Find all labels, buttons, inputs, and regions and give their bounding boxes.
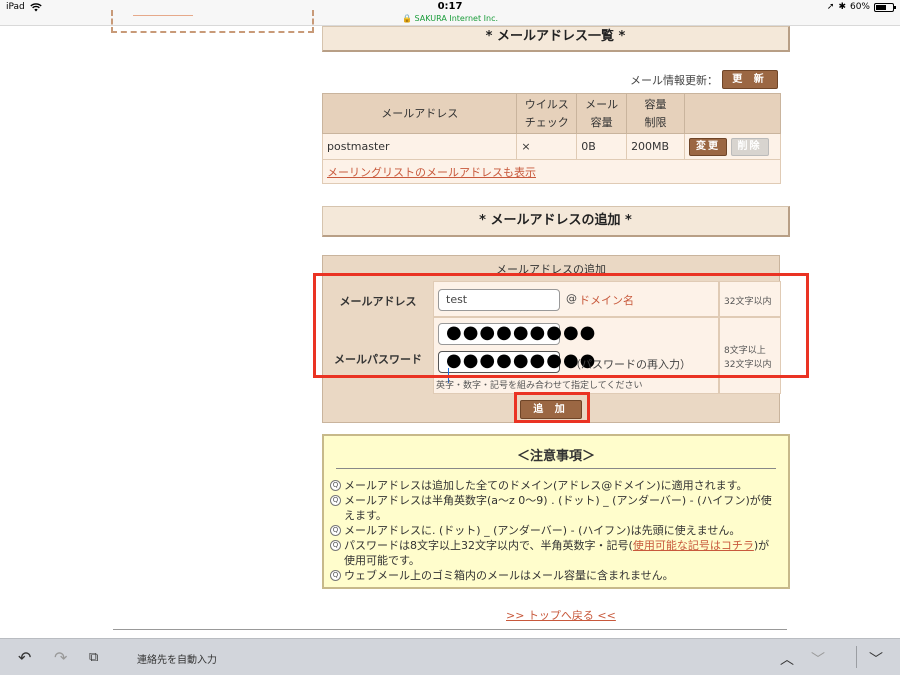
show-mailing-lists-link[interactable]: メーリングリストのメールアドレスも表示 [327,166,536,179]
keyboard-shortcut-bar: ↶ ↷ ⧉ 連絡先を自動入力 ︿ ﹀ ﹀ [0,638,900,675]
col-virus-line2: チェック [524,115,569,129]
battery-percent: 60% [849,2,870,12]
col-virus-line1: ウイルス [524,98,569,111]
col-limit-line1: 容量 [644,98,667,111]
cell-size: 0B [576,133,628,161]
notice-item: Q メールアドレスは半角英数字(a〜z 0〜9) . (ドット) _ (アンダーバ… [330,493,778,523]
col-size-line2: 容量 [590,115,613,129]
notice-divider [336,468,776,469]
notice-bullet-icon: Q [330,525,341,536]
notice-title: ＜注意事項＞ [516,449,595,464]
autofill-contact-button[interactable]: 連絡先を自動入力 [137,651,217,666]
link-cell: メーリングリストのメールアドレスも表示 [322,159,781,185]
notice-bullet-icon: Q [330,495,341,506]
status-right: ➚ ✱ 60% [826,2,896,12]
col-limit-line2: 制限 [644,115,667,129]
site-name: SAKURA Internet Inc. [414,14,499,23]
notice-item-text: メールアドレスは半角英数字(a〜z 0〜9) . (ドット) _ (アンダーバー… [344,494,772,522]
footer-divider [113,629,787,630]
add-section-header: * メールアドレスの追加 * [322,206,790,237]
notice-item: Q ウェブメール上のゴミ箱内のメールはメール容量に含まれません。 [330,568,778,583]
left-dashed-box [111,10,314,33]
notice-bullet-icon: Q [330,570,341,581]
chevron-down-icon[interactable]: ﹀ [811,649,825,669]
lock-icon: 🔒 [401,14,412,23]
notice-item: Q メールアドレスは追加した全てのドメイン(アドレス@ドメイン)に適用されます。 [330,478,778,493]
edit-button[interactable]: 変更 [689,137,727,156]
allowed-symbols-link[interactable]: 使用可能な記号はコチラ [633,539,754,552]
undo-icon[interactable]: ↶ [18,648,31,667]
col-size: メール 容量 [576,92,628,135]
back-to-top-link[interactable]: >> トップへ戻る << [506,607,616,623]
col-actions [684,92,781,135]
notice-item-text: メールアドレスは追加した全てのドメイン(アドレス@ドメイン)に適用されます。 [344,479,748,492]
notice-bullet-icon: Q [330,480,341,491]
notice-item-text: ウェブメール上のゴミ箱内のメールはメール容量に含まれません。 [344,569,674,582]
table-row: postmaster × 0B 200MB 変更 削除 [321,133,781,161]
notice-item: Q メールアドレスに. (ドット) _ (アンダーバー) - (ハイフン)は先頭に… [330,523,778,538]
bluetooth-icon: ✱ [838,2,846,12]
cell-virus-check: × [516,133,578,161]
location-icon: ➚ [826,2,835,12]
mail-list-header: * メールアドレス一覧 * [322,26,790,52]
mail-list-table: メールアドレス ウイルス チェック メール 容量 容量 制限 postmaster ×… [321,92,781,185]
col-size-line1: メール [585,98,619,111]
battery-icon [874,2,896,12]
battery-fill [876,4,886,10]
password-hint: 英字・数字・記号を組み合わせて指定してください [436,381,643,391]
paste-icon[interactable]: ⧉ [89,650,98,665]
highlight-add-button [514,392,590,423]
cell-limit: 200MB [626,133,685,161]
col-virus-check: ウイルス チェック [516,92,578,135]
update-row: メール情報更新： 更 新 [630,70,778,89]
chevron-up-icon[interactable]: ︿ [780,649,794,669]
col-limit: 容量 制限 [626,92,685,135]
table-link-row: メーリングリストのメールアドレスも表示 [322,159,781,185]
notice-list: Q メールアドレスは追加した全てのドメイン(アドレス@ドメイン)に適用されます。 … [330,478,778,583]
notice-bullet-icon: Q [330,540,341,551]
bar-divider [856,646,857,668]
update-button[interactable]: 更 新 [722,70,778,89]
redo-icon[interactable]: ↷ [54,648,67,667]
notice-item: Q パスワードは8文字以上32文字以内で、半角英数字・記号(使用可能な記号はコチラ… [330,538,778,568]
table-header-row: メールアドレス ウイルス チェック メール 容量 容量 制限 [321,92,781,135]
notice-item-text: メールアドレスに. (ドット) _ (アンダーバー) - (ハイフン)は先頭に使… [344,524,741,537]
notice-item-text: パスワードは8文字以上32文字以内で、半角英数字・記号( [344,539,633,552]
delete-button[interactable]: 削除 [730,137,769,156]
keyboard-dismiss-icon[interactable]: ﹀ [869,649,883,669]
cell-actions: 変更 削除 [684,133,781,161]
highlight-form-fields [313,273,809,378]
update-label: メール情報更新： [630,73,718,87]
left-dashed-inner [133,10,193,16]
col-address: メールアドレス [321,92,518,135]
cell-address: postmaster [321,133,518,161]
notice-box: ＜注意事項＞ Q メールアドレスは追加した全てのドメイン(アドレス@ドメイン)に適… [322,434,790,589]
